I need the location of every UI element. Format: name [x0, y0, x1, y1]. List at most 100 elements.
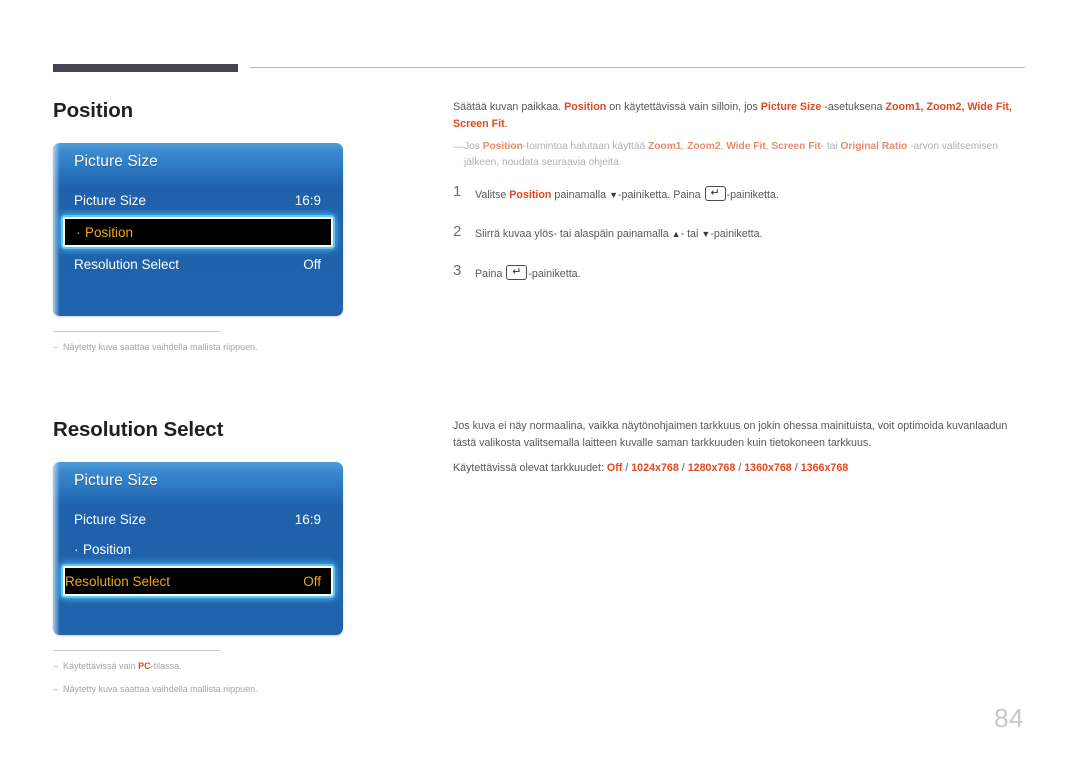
osd-row-label: Resolution Select: [74, 256, 180, 272]
step-text: Siirrä kuvaa ylös- tai alaspäin painamal…: [475, 224, 763, 242]
step-text: Valitse Position painamalla ▼-painiketta…: [475, 184, 779, 203]
osd-panel-title: Picture Size: [74, 153, 158, 170]
note-bold-zoom2: Zoom2: [687, 141, 721, 153]
step-text-part: - tai: [680, 228, 702, 241]
osd-row-value: Off: [303, 573, 321, 589]
note-bold-original-ratio: Original Ratio: [840, 141, 908, 153]
osd-row-bullet: ·: [74, 541, 79, 557]
osd-menu-panel-position[interactable]: Picture Size Picture Size 16:9 · Positio…: [53, 143, 343, 316]
note-bold-screen-fit: Screen Fit: [771, 141, 821, 153]
footnote-text-post: -tilassa.: [150, 661, 182, 671]
available-resolutions-line: Käytettävissä olevat tarkkuudet: Off / 1…: [453, 460, 1028, 477]
resolution-value: Off: [606, 462, 623, 475]
resolution-separator: /: [622, 462, 632, 475]
enter-key-icon: [704, 186, 726, 202]
step-bold-position: Position: [509, 189, 552, 202]
osd-row-position-selected[interactable]: · Position: [63, 217, 333, 247]
osd-row-label: Picture Size: [74, 192, 147, 208]
step-text-part: -painiketta.: [710, 228, 763, 241]
step-item: 3 Paina -painiketta.: [453, 263, 1028, 282]
note-text-2: -toimintoa halutaan käyttää: [522, 141, 649, 153]
footnotes-position: – Näytetty kuva saattaa vaihdella mallis…: [53, 331, 353, 364]
resolution-value: 1366x768: [800, 462, 849, 475]
note-text-6: - tai: [820, 141, 841, 153]
footnote-bold-pc: PC: [138, 661, 151, 671]
osd-menu-panel-resolution-select[interactable]: Picture Size Picture Size 16:9 · Positio…: [53, 462, 343, 635]
osd-row-label: Picture Size: [74, 511, 147, 527]
osd-row-bullet: ·: [76, 224, 81, 240]
footnote-dash: –: [53, 342, 59, 352]
body-column-position: Säätää kuvan paikkaa. Position on käytet…: [453, 99, 1028, 303]
resolution-value: 1024x768: [631, 462, 679, 475]
footnote-item: – Näytetty kuva saattaa vaihdella mallis…: [53, 341, 353, 355]
numbered-steps: 1 Valitse Position painamalla ▼-painiket…: [453, 184, 1028, 282]
step-text-part: painamalla: [551, 189, 610, 202]
section-heading-resolution-select: Resolution Select: [53, 418, 224, 441]
resolution-separator: /: [791, 462, 801, 475]
osd-row-picture-size[interactable]: Picture Size 16:9: [63, 504, 333, 534]
step-text-part: -painiketta.: [528, 268, 581, 281]
osd-row-value: Off: [303, 256, 321, 272]
note-bold-zoom1: Zoom1: [648, 141, 682, 153]
osd-row-resolution-select[interactable]: Resolution Select Off: [63, 249, 333, 279]
osd-row-label: Position: [83, 541, 132, 557]
section-heading-position: Position: [53, 99, 134, 122]
top-rule-thin-segment: [250, 67, 1025, 68]
intro-bold-position: Position: [564, 101, 607, 113]
resolution-separator: /: [678, 462, 688, 475]
note-bold-position: Position: [482, 141, 523, 153]
resolution-value: 1360x768: [744, 462, 792, 475]
page-number: 84: [994, 703, 1024, 733]
footnote-text-pre: Käytettävissä vain: [63, 661, 139, 671]
osd-row-list: Picture Size 16:9 · Position Resolution …: [53, 504, 343, 598]
footnote-dash: –: [53, 661, 59, 671]
top-rule-thick-segment: [53, 64, 238, 72]
footnote-divider: [53, 331, 220, 332]
page-top-rule: [53, 64, 1025, 74]
step-item: 1 Valitse Position painamalla ▼-painiket…: [453, 184, 1028, 203]
intro-text-2: on käytettävissä vain silloin, jos: [606, 101, 761, 113]
footnote-item: – Näytetty kuva saattaa vaihdella mallis…: [53, 683, 353, 697]
step-number: 3: [453, 262, 462, 280]
footnote-text: Näytetty kuva saattaa vaihdella mallista…: [63, 342, 258, 352]
footnote-item: – Käytettävissä vain PC-tilassa.: [53, 660, 353, 674]
intro-text-4: .: [504, 117, 508, 130]
note-dash: —: [453, 141, 464, 154]
intro-paragraph: Säätää kuvan paikkaa. Position on käytet…: [453, 99, 1028, 132]
step-text-part: -painiketta.: [726, 189, 779, 202]
osd-row-value: 16:9: [294, 192, 321, 208]
footnote-dash: –: [53, 683, 59, 694]
osd-row-value: 16:9: [294, 511, 321, 527]
resolution-value: 1280x768: [687, 462, 736, 475]
step-text-part: Paina: [475, 268, 506, 281]
osd-row-list: Picture Size 16:9 · Position Resolution …: [53, 185, 343, 279]
step-text: Paina -painiketta.: [475, 263, 581, 282]
intro-text-1: Säätää kuvan paikkaa.: [453, 101, 565, 113]
note-text-1: Jos: [464, 141, 483, 153]
body-column-resolution-select: Jos kuva ei näy normaalina, vaikka näytö…: [453, 418, 1028, 484]
intro-bold-picture-size: Picture Size: [760, 101, 822, 113]
footnote-divider: [53, 650, 220, 651]
footnote-text: Käytettävissä vain PC-tilassa.: [63, 660, 182, 674]
osd-panel-title: Picture Size: [74, 472, 158, 489]
intro-text-3: -asetuksena: [821, 101, 886, 113]
osd-row-picture-size[interactable]: Picture Size 16:9: [63, 185, 333, 215]
step-number: 1: [453, 183, 462, 201]
down-arrow-icon: ▼: [701, 229, 711, 240]
down-arrow-icon: ▼: [609, 190, 618, 201]
available-resolutions-values: Off / 1024x768 / 1280x768 / 1360x768 / 1…: [607, 462, 848, 474]
osd-row-resolution-select-selected[interactable]: Resolution Select Off: [63, 566, 333, 596]
step-text-part: Valitse: [475, 189, 510, 202]
resolution-paragraph: Jos kuva ei näy normaalina, vaikka näytö…: [453, 420, 1008, 449]
available-resolutions-label: Käytettävissä olevat tarkkuudet:: [453, 462, 607, 475]
step-text-part: -painiketta. Paina: [617, 189, 704, 202]
step-number: 2: [453, 223, 462, 241]
footnotes-resolution-select: – Käytettävissä vain PC-tilassa. – Näyte…: [53, 650, 353, 705]
osd-row-position[interactable]: · Position: [63, 534, 333, 564]
up-arrow-icon: ▲: [671, 229, 681, 240]
step-text-part: Siirrä kuvaa ylös- tai alaspäin painamal…: [475, 228, 672, 241]
enter-key-icon: [506, 265, 528, 281]
note-text: Jos Position-toimintoa halutaan käyttää …: [464, 139, 1028, 170]
step-item: 2 Siirrä kuvaa ylös- tai alaspäin painam…: [453, 224, 1028, 242]
osd-row-label: Position: [85, 224, 134, 240]
